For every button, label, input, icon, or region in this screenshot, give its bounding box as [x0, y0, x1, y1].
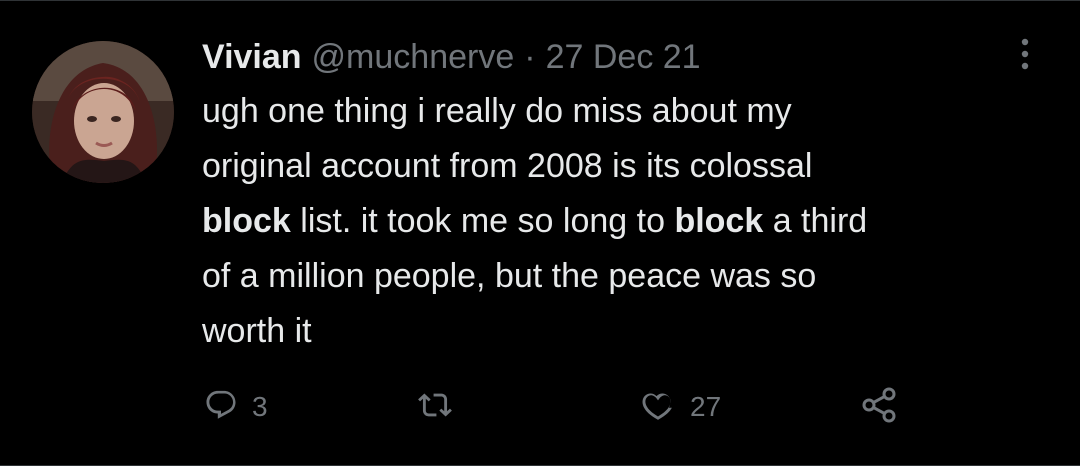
header-separator: ·: [524, 38, 536, 76]
share-icon: [858, 384, 900, 431]
text-segment: a third: [763, 202, 868, 240]
retweet-button[interactable]: [418, 384, 466, 430]
tweet-text: ugh one thing i really do miss about my o…: [202, 84, 1062, 359]
reply-button[interactable]: 3: [204, 384, 268, 430]
user-handle[interactable]: @muchnerve: [312, 34, 515, 80]
more-options-icon[interactable]: [1005, 34, 1045, 74]
avatar[interactable]: [32, 41, 174, 183]
tweet-actions: 3 27: [0, 384, 1080, 430]
tweet-text-line: worth it: [202, 304, 1062, 359]
reply-count: 3: [252, 391, 268, 422]
like-count: 27: [690, 391, 722, 422]
text-segment: original account from 2008 is its coloss…: [202, 147, 813, 185]
retweet-icon: [418, 388, 452, 427]
text-segment: of a million people, but the peace was s…: [202, 257, 817, 295]
tweet-header: Vivian @muchnerve · 27 Dec 21: [202, 34, 701, 80]
tweet[interactable]: Vivian @muchnerve · 27 Dec 21 ugh one th…: [0, 0, 1080, 466]
like-button[interactable]: 27: [640, 384, 721, 430]
heart-icon: [640, 387, 676, 428]
highlighted-term: block: [202, 202, 291, 240]
text-segment: ugh one thing i really do miss about my: [202, 92, 792, 130]
tweet-text-line: ugh one thing i really do miss about my: [202, 84, 1062, 139]
highlighted-term: block: [674, 202, 764, 240]
text-segment: worth it: [202, 312, 312, 350]
tweet-text-line: original account from 2008 is its coloss…: [202, 139, 1062, 194]
display-name[interactable]: Vivian: [202, 34, 302, 80]
reply-icon: [204, 388, 238, 427]
tweet-text-line: block list. it took me so long to block …: [202, 194, 1062, 249]
tweet-date[interactable]: 27 Dec 21: [546, 34, 701, 80]
text-segment: list. it took me so long to: [290, 202, 675, 240]
tweet-text-line: of a million people, but the peace was s…: [202, 249, 1062, 304]
share-button[interactable]: [858, 384, 914, 430]
